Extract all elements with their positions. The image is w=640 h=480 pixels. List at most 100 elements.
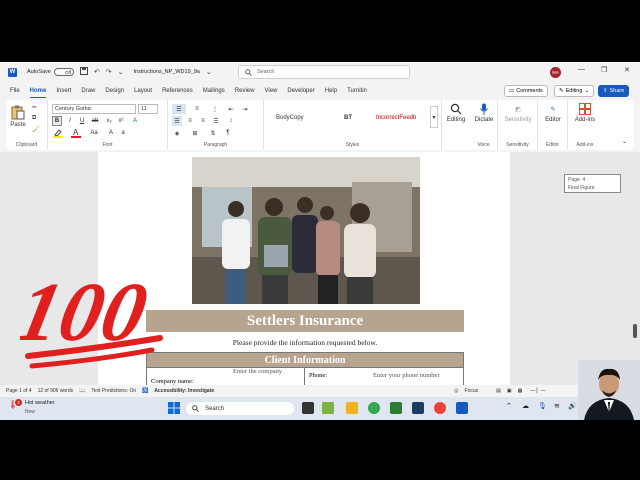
team-photo[interactable] bbox=[192, 157, 420, 304]
bold-button[interactable]: B bbox=[52, 116, 62, 126]
page-count[interactable]: Page 1 of 4 bbox=[6, 388, 32, 394]
tab-view[interactable]: View bbox=[264, 84, 277, 98]
word-icon[interactable]: W bbox=[8, 67, 17, 77]
editor-icon[interactable]: ✎ bbox=[545, 102, 561, 116]
tab-home[interactable]: Home bbox=[29, 84, 47, 98]
grow-font-icon[interactable]: A bbox=[106, 128, 116, 138]
redo-icon[interactable]: ↷ bbox=[106, 68, 112, 76]
terminal-icon[interactable] bbox=[412, 402, 424, 414]
tab-references[interactable]: References bbox=[162, 84, 193, 98]
editor-button[interactable]: Editor bbox=[538, 117, 568, 123]
collapse-ribbon-icon[interactable]: ⌄ bbox=[622, 138, 627, 145]
microphone-icon[interactable] bbox=[476, 102, 492, 116]
web-layout-icon[interactable]: ▦ bbox=[518, 388, 523, 394]
format-painter-icon[interactable]: 🖌 bbox=[32, 126, 40, 133]
print-layout-icon[interactable]: ▣ bbox=[507, 388, 512, 394]
text-highlight-icon[interactable] bbox=[52, 128, 64, 138]
word-count[interactable]: 12 of 906 words bbox=[38, 388, 74, 394]
sort-icon[interactable]: ⇅ bbox=[208, 128, 218, 138]
taskbar-search[interactable]: Search bbox=[186, 402, 294, 415]
phone-field[interactable]: Enter your phone number bbox=[373, 372, 440, 379]
microphone-tray-icon[interactable]: 🎙 bbox=[538, 402, 547, 410]
italic-button[interactable]: I bbox=[65, 116, 75, 126]
task-view-icon[interactable] bbox=[302, 402, 314, 414]
undo-icon[interactable]: ↶ bbox=[94, 68, 100, 76]
text-effects-icon[interactable]: A bbox=[130, 116, 140, 126]
tab-draw[interactable]: Draw bbox=[81, 84, 95, 98]
underline-button[interactable]: U bbox=[77, 116, 87, 126]
search-input[interactable]: Search bbox=[238, 65, 410, 79]
shrink-font-icon[interactable]: a bbox=[118, 128, 128, 138]
cut-icon[interactable]: ✂ bbox=[32, 104, 37, 111]
dictate-button[interactable]: Dictate bbox=[470, 117, 498, 123]
find-icon[interactable] bbox=[448, 102, 464, 116]
restore-icon[interactable]: ❐ bbox=[601, 66, 607, 74]
addins-icon[interactable] bbox=[577, 102, 593, 116]
accessibility-status[interactable]: Accessibility: Investigate bbox=[154, 388, 214, 394]
read-mode-icon[interactable]: ▤ bbox=[496, 388, 501, 394]
close-icon[interactable]: ✕ bbox=[624, 66, 630, 74]
save-icon[interactable] bbox=[79, 67, 88, 77]
font-name-select[interactable]: Century Gothic bbox=[52, 104, 136, 114]
show-marks-icon[interactable]: ¶ bbox=[223, 128, 233, 138]
tab-design[interactable]: Design bbox=[105, 84, 124, 98]
zoom-slider[interactable]: — ▏— bbox=[530, 388, 545, 394]
font-size-select[interactable]: 11 bbox=[138, 104, 158, 114]
style-incorrectfeedback[interactable]: IncorrectFeedb bbox=[376, 115, 416, 121]
tab-mailings[interactable]: Mailings bbox=[203, 84, 225, 98]
company-field[interactable]: Enter the company bbox=[233, 368, 282, 375]
tab-layout[interactable]: Layout bbox=[134, 84, 152, 98]
subscript-button[interactable]: x₂ bbox=[104, 116, 114, 126]
customize-toolbar-icon[interactable]: ⌄ bbox=[118, 68, 124, 76]
chevron-up-icon[interactable]: ⌃ bbox=[506, 402, 512, 410]
bullets-button[interactable]: ☰ bbox=[172, 104, 186, 114]
font-color-icon[interactable]: A bbox=[70, 128, 82, 138]
tab-developer[interactable]: Developer bbox=[287, 84, 314, 98]
windows-start-icon[interactable] bbox=[168, 402, 180, 414]
vertical-scrollbar[interactable] bbox=[632, 152, 638, 385]
word-taskbar-icon[interactable] bbox=[456, 402, 468, 414]
text-predictions-status[interactable]: Text Predictions: On bbox=[91, 388, 136, 394]
style-bodycopy[interactable]: BodyCopy bbox=[276, 115, 304, 121]
share-button[interactable]: ⇪ Share bbox=[598, 85, 630, 97]
align-center-button[interactable]: ≡ bbox=[185, 116, 195, 126]
weather-title[interactable]: Hot weather bbox=[25, 400, 55, 406]
autosave-toggle[interactable]: Off bbox=[53, 68, 74, 76]
borders-icon[interactable]: ⊞ bbox=[190, 128, 200, 138]
align-right-button[interactable]: ≡ bbox=[198, 116, 208, 126]
chrome-icon[interactable] bbox=[368, 402, 380, 414]
paste-icon[interactable] bbox=[10, 104, 26, 120]
file-explorer-icon[interactable] bbox=[346, 402, 358, 414]
editing-mode-button[interactable]: ✎ Editing ⌄ bbox=[554, 85, 595, 97]
cloud-icon[interactable]: ☁ bbox=[522, 402, 529, 410]
focus-icon[interactable]: ◎ bbox=[454, 388, 458, 394]
wifi-icon[interactable]: ≋ bbox=[554, 402, 560, 410]
editing-button[interactable]: Editing bbox=[442, 117, 470, 123]
numbering-button[interactable]: ≡ bbox=[190, 104, 204, 114]
tab-review[interactable]: Review bbox=[235, 84, 255, 98]
addins-button[interactable]: Add-ins bbox=[568, 117, 602, 123]
shading-icon[interactable]: ◈ bbox=[172, 128, 182, 138]
styles-more-icon[interactable]: ▾ bbox=[430, 106, 438, 128]
increase-indent-button[interactable]: ⇥ bbox=[240, 104, 250, 114]
scroll-thumb[interactable] bbox=[633, 324, 637, 338]
excel-icon[interactable] bbox=[390, 402, 402, 414]
style-bt[interactable]: BT bbox=[344, 115, 352, 121]
tab-help[interactable]: Help bbox=[325, 84, 337, 98]
align-left-button[interactable]: ☰ bbox=[172, 116, 182, 126]
superscript-button[interactable]: x² bbox=[116, 116, 126, 126]
tab-file[interactable]: File bbox=[10, 84, 20, 98]
app-icon[interactable] bbox=[322, 402, 334, 414]
strikethrough-button[interactable]: ab bbox=[90, 116, 100, 126]
decrease-indent-button[interactable]: ⇤ bbox=[226, 104, 236, 114]
sensitivity-button[interactable]: Sensitivity bbox=[498, 117, 538, 123]
tab-insert[interactable]: Insert bbox=[56, 84, 71, 98]
comments-button[interactable]: ▭ Comments bbox=[504, 85, 548, 97]
justify-button[interactable]: ☰ bbox=[211, 116, 221, 126]
font-case-icon[interactable]: Aa bbox=[88, 128, 100, 138]
sensitivity-icon[interactable]: ◩ bbox=[510, 102, 526, 116]
copy-icon[interactable]: ⧉ bbox=[32, 115, 36, 122]
line-spacing-button[interactable]: ↕ bbox=[226, 116, 236, 126]
proofing-icon[interactable]: 📖 bbox=[79, 388, 85, 394]
chevron-down-icon[interactable]: ⌄ bbox=[206, 68, 212, 76]
